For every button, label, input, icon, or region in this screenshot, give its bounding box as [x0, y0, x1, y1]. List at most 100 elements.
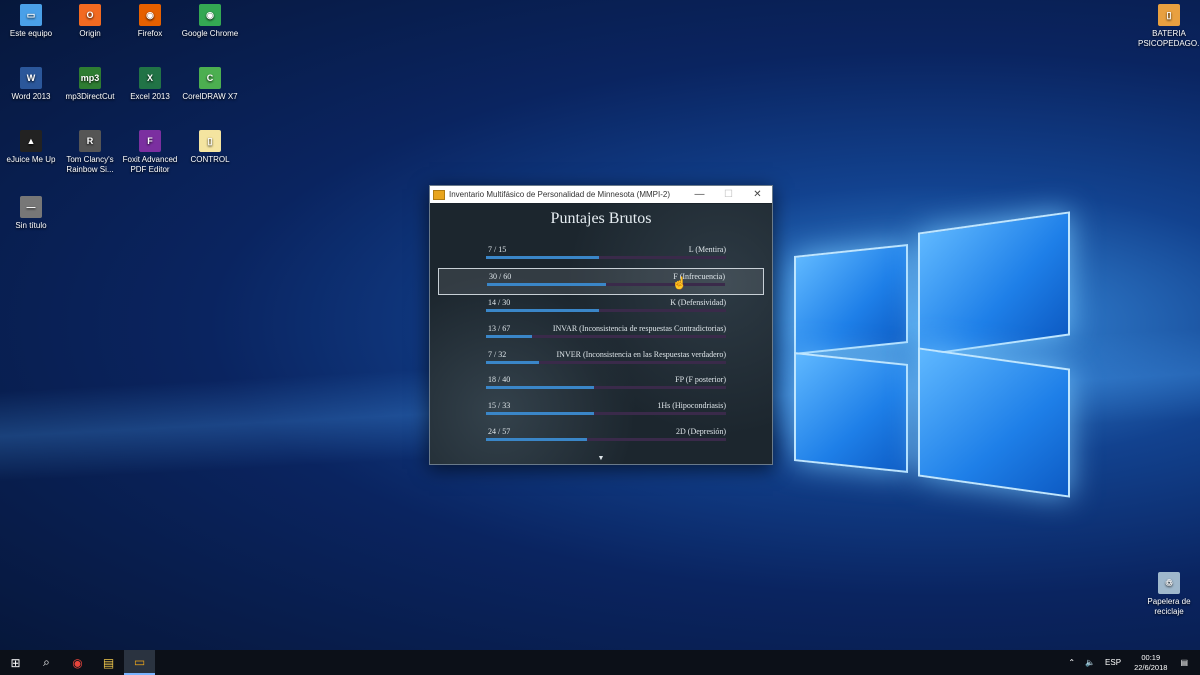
- score-bar-fill: [487, 282, 606, 286]
- start-button[interactable]: ⊞: [0, 650, 31, 675]
- scale-name: L (Mentira): [688, 245, 726, 254]
- close-button[interactable]: ✕: [743, 186, 772, 203]
- tray-chevron-icon[interactable]: ⌃: [1068, 658, 1075, 667]
- desktop-icon-image: —: [20, 196, 42, 218]
- desktop-icon-image: ◉: [199, 4, 221, 26]
- maximize-button[interactable]: ☐: [714, 186, 743, 203]
- desktop-icon[interactable]: C CorelDRAW X7: [179, 67, 241, 102]
- desktop-icon-label: eJuice Me Up: [6, 155, 56, 164]
- score-bar: [486, 309, 726, 313]
- windows-logo-wallpaper: [780, 200, 1080, 500]
- score-bar-fill: [486, 360, 539, 364]
- desktop-icon-label: Firefox: [137, 29, 163, 38]
- desktop-icon-label: mp3DirectCut: [65, 92, 115, 101]
- notifications-icon[interactable]: ▤: [1180, 658, 1188, 667]
- search-icon[interactable]: ⌕: [31, 650, 62, 675]
- file-explorer-icon[interactable]: ▤: [93, 650, 124, 675]
- desktop-icon-image: F: [139, 130, 161, 152]
- score-bar: [487, 282, 725, 286]
- score-row[interactable]: 24 / 57 2D (Depresión): [438, 424, 764, 450]
- desktop-icon[interactable]: ▯ CONTROL: [179, 130, 241, 165]
- desktop-icon[interactable]: X Excel 2013: [119, 67, 181, 102]
- window-titlebar[interactable]: Inventario Multifásico de Personalidad d…: [430, 186, 772, 203]
- score-bar: [486, 256, 726, 259]
- raw-score: 15 / 33: [488, 401, 511, 411]
- volume-icon[interactable]: 🔈: [1085, 658, 1095, 667]
- desktop-icon[interactable]: ▯ BATERIA PSICOPEDAGO...: [1138, 4, 1200, 49]
- desktop-icon-image: mp3: [79, 67, 101, 89]
- taskbar: ⊞ ⌕ ◉ ▤ ▭ ⌃ 🔈 ESP 00:19 22/6/2018 ▤: [0, 650, 1200, 675]
- score-row[interactable]: 30 / 60 F (Infrecuencia): [438, 267, 764, 296]
- desktop-icon[interactable]: ◉ Firefox: [119, 4, 181, 39]
- raw-score: 14 / 30: [488, 298, 511, 308]
- raw-score: 7 / 15: [488, 245, 507, 254]
- score-row[interactable]: 18 / 40 FP (F posterior): [438, 372, 764, 398]
- desktop-icon-image: ▯: [1158, 4, 1180, 26]
- desktop-icon[interactable]: O Origin: [59, 4, 121, 39]
- score-list: 7 / 15 L (Mentira) 30 / 60 F (Infrecuencia)…: [438, 242, 764, 450]
- hand-cursor-icon: ☝: [672, 276, 687, 290]
- desktop-icon-label: CorelDRAW X7: [182, 92, 238, 101]
- scale-name: 2D (Depresión): [676, 426, 726, 436]
- desktop-icon-image: ▲: [20, 130, 42, 152]
- minimize-button[interactable]: —: [685, 186, 714, 203]
- desktop-icon-label: CONTROL: [190, 155, 230, 164]
- scale-name: INVAR (Inconsistencia de respuestas Cont…: [552, 324, 726, 334]
- desktop-icon-image: R: [79, 130, 101, 152]
- raw-score: 13 / 67: [488, 324, 511, 334]
- raw-score: 30 / 60: [489, 271, 512, 281]
- desktop-icon-label: Foxit Advanced PDF Editor: [122, 155, 178, 174]
- score-bar: [486, 412, 726, 416]
- language-indicator[interactable]: ESP: [1105, 658, 1121, 667]
- score-bar: [486, 437, 726, 441]
- desktop-icon-image: ▭: [20, 4, 42, 26]
- desktop-icon[interactable]: ▭ Este equipo: [0, 4, 62, 39]
- desktop-icon[interactable]: W Word 2013: [0, 67, 62, 102]
- desktop-icon-image: ◉: [139, 4, 161, 26]
- mmpi-taskbar-icon[interactable]: ▭: [124, 650, 155, 675]
- desktop-icon-label: BATERIA PSICOPEDAGO...: [1138, 29, 1200, 48]
- score-bar: [486, 386, 726, 390]
- desktop-icon-label: Este equipo: [9, 29, 53, 38]
- desktop-icon-label: Tom Clancy's Rainbow Si...: [66, 155, 114, 174]
- app-icon: [433, 189, 445, 200]
- desktop-icon[interactable]: ◉ Google Chrome: [179, 4, 241, 39]
- desktop-icon[interactable]: ▲ eJuice Me Up: [0, 130, 62, 165]
- desktop-icon-label: Google Chrome: [181, 29, 239, 38]
- desktop-icon-image: O: [79, 4, 101, 26]
- score-bar-fill: [486, 412, 594, 416]
- score-row[interactable]: 13 / 67 INVAR (Inconsistencia de respuest…: [438, 321, 764, 347]
- score-bar-fill: [486, 335, 532, 339]
- desktop-icon-label: Papelera de reciclaje: [1147, 597, 1191, 616]
- desktop-icon[interactable]: ♲ Papelera de reciclaje: [1138, 572, 1200, 617]
- raw-score: 18 / 40: [488, 375, 511, 385]
- raw-score: 24 / 57: [488, 426, 511, 436]
- desktop-icon-image: ♲: [1158, 572, 1180, 594]
- score-bar-fill: [486, 309, 599, 313]
- window-content: Puntajes Brutos 7 / 15 L (Mentira) 30 / 60…: [430, 204, 772, 464]
- desktop-icon-image: W: [20, 67, 42, 89]
- scroll-down-icon[interactable]: ▼: [430, 455, 772, 462]
- chrome-taskbar-icon[interactable]: ◉: [62, 650, 93, 675]
- scale-name: INVER (Inconsistencia en las Respuestas …: [556, 349, 727, 359]
- desktop-icon-image: X: [139, 67, 161, 89]
- desktop-icon[interactable]: F Foxit Advanced PDF Editor: [119, 130, 181, 175]
- mmpi-window[interactable]: Inventario Multifásico de Personalidad d…: [429, 185, 773, 465]
- score-row[interactable]: 15 / 33 1Hs (Hipocondriasis): [438, 398, 764, 424]
- clock-time: 00:19: [1141, 652, 1161, 662]
- scale-name: 1Hs (Hipocondriasis): [657, 401, 726, 411]
- score-row[interactable]: 7 / 15 L (Mentira): [438, 242, 764, 268]
- clock[interactable]: 00:19 22/6/2018: [1134, 653, 1167, 673]
- clock-date: 22/6/2018: [1134, 662, 1168, 672]
- score-row[interactable]: 7 / 32 INVER (Inconsistencia en las Respu…: [438, 347, 764, 373]
- score-bar: [486, 360, 726, 364]
- system-tray: ⌃ 🔈 ESP 00:19 22/6/2018 ▤: [1063, 650, 1200, 675]
- desktop-icon-label: Excel 2013: [130, 92, 170, 101]
- score-bar: [486, 335, 726, 339]
- scale-name: K (Defensividad): [670, 298, 726, 308]
- score-row[interactable]: 14 / 30 K (Defensividad): [438, 295, 764, 321]
- desktop-icon[interactable]: mp3 mp3DirectCut: [59, 67, 121, 102]
- desktop-icon[interactable]: R Tom Clancy's Rainbow Si...: [59, 130, 121, 175]
- desktop-icon[interactable]: — Sin título: [0, 196, 62, 231]
- desktop-icon-label: Word 2013: [11, 92, 51, 101]
